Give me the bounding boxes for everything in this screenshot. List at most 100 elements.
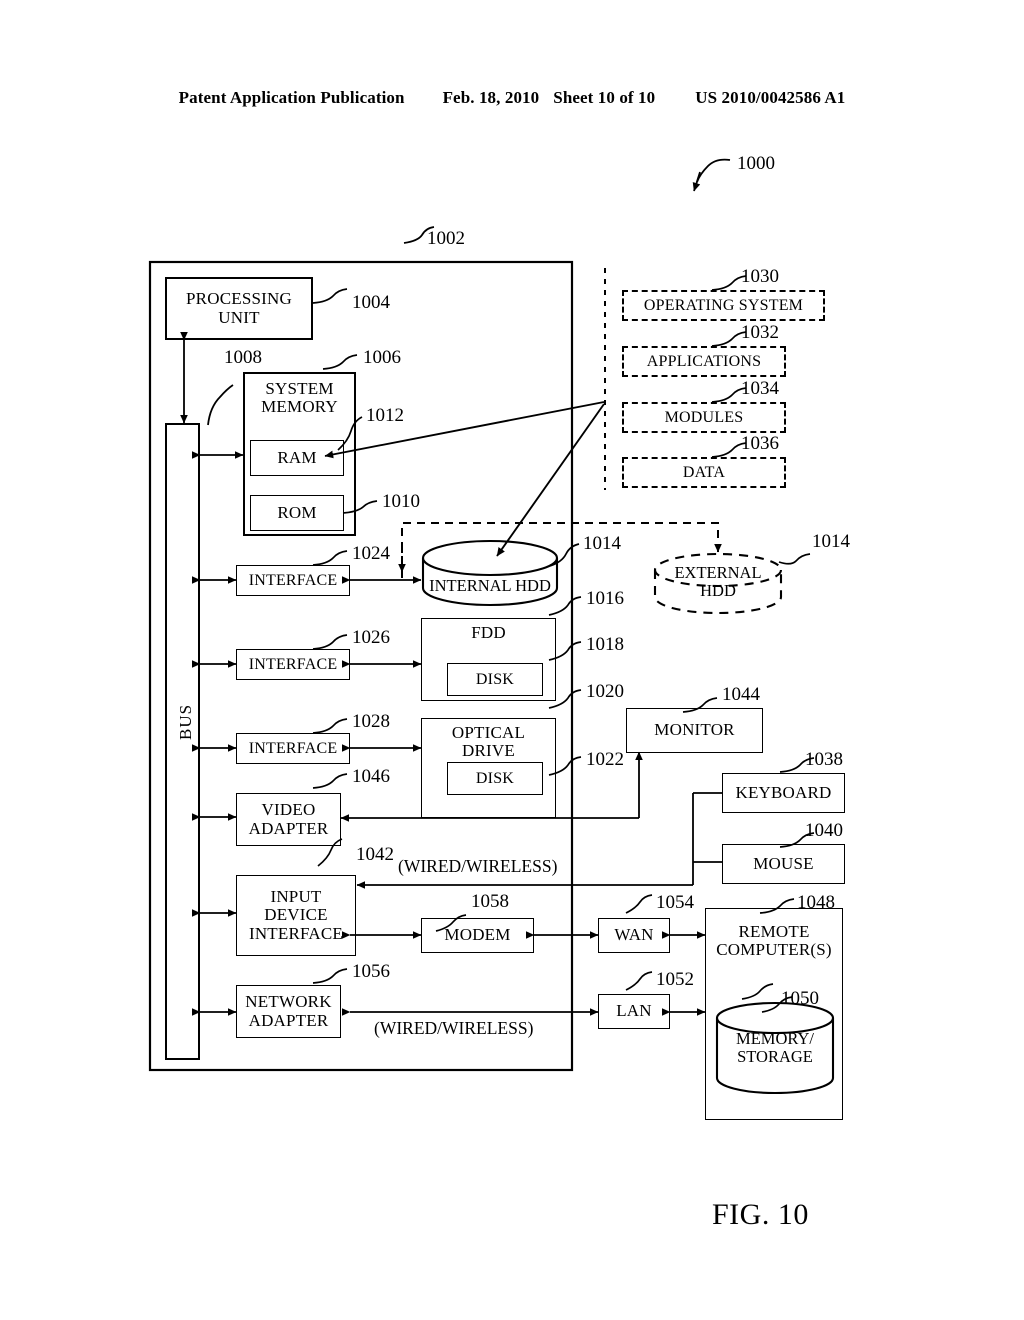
ref-1052: 1052 <box>656 969 694 990</box>
bus-label: BUS <box>176 703 195 740</box>
keyboard-label: KEYBOARD <box>735 782 832 802</box>
ref-1026: 1026 <box>352 627 390 648</box>
ref-1022: 1022 <box>586 749 624 770</box>
ref-1040: 1040 <box>805 820 843 841</box>
ref-1054: 1054 <box>656 892 694 913</box>
modules-box: MODULES <box>622 402 786 433</box>
interface-hdd-box: INTERFACE <box>236 565 350 596</box>
fdd-disk-label: DISK <box>475 670 515 688</box>
remote-computers-box: REMOTE COMPUTER(S) <box>705 908 843 1120</box>
network-adapter-line2: ADAPTER <box>248 1010 329 1030</box>
ref-1046: 1046 <box>352 766 390 787</box>
data-label: DATA <box>682 463 726 481</box>
input-device-interface-line2: DEVICE <box>264 905 328 925</box>
ref-1016: 1016 <box>586 588 624 609</box>
video-adapter-line1: VIDEO <box>261 800 316 820</box>
mouse-box: MOUSE <box>722 844 845 884</box>
header-publication: Patent Application Publication <box>178 88 405 107</box>
wan-label: WAN <box>614 925 654 945</box>
ref-1038: 1038 <box>805 749 843 770</box>
ref-1048: 1048 <box>797 892 835 913</box>
page-header: Patent Application Publication Feb. 18, 2… <box>0 88 1024 108</box>
interface-optical-label: INTERFACE <box>248 739 338 757</box>
ref-1000: 1000 <box>737 153 775 174</box>
operating-system-label: OPERATING SYSTEM <box>643 296 804 314</box>
header-sheet: Sheet 10 of 10 <box>553 88 656 107</box>
ref-1050: 1050 <box>781 988 819 1009</box>
system-memory-line2: MEMORY <box>261 397 338 417</box>
lan-label: LAN <box>616 1001 652 1021</box>
interface-fdd-box: INTERFACE <box>236 649 350 680</box>
network-adapter-line1: NETWORK <box>245 992 332 1012</box>
applications-box: APPLICATIONS <box>622 346 786 377</box>
optical-drive-line1: OPTICAL <box>451 723 526 742</box>
ref-1010: 1010 <box>382 491 420 512</box>
ref-1004: 1004 <box>352 292 390 313</box>
ref-1042: 1042 <box>356 844 394 865</box>
interface-optical-box: INTERFACE <box>236 733 350 764</box>
ref-1002: 1002 <box>427 228 465 249</box>
optical-disk-label: DISK <box>475 769 515 787</box>
external-hdd-line1: EXTERNAL <box>674 563 762 582</box>
interface-hdd-label: INTERFACE <box>248 571 338 589</box>
monitor-label: MONITOR <box>654 720 735 740</box>
rom-box: ROM <box>250 495 344 531</box>
video-adapter-line2: ADAPTER <box>248 818 329 838</box>
optical-drive-line2: DRIVE <box>462 741 515 761</box>
ref-1012: 1012 <box>366 405 404 426</box>
fdd-label: FDD <box>471 623 506 642</box>
ref-1058: 1058 <box>471 891 509 912</box>
operating-system-box: OPERATING SYSTEM <box>622 290 825 321</box>
external-hdd-label: EXTERNAL HDD <box>655 564 781 600</box>
wired-wireless-input-label: (WIRED/WIRELESS) <box>398 856 558 876</box>
remote-computers-line2: COMPUTER(S) <box>716 940 832 960</box>
remote-computers-line1: REMOTE <box>738 922 810 941</box>
ref-1014-external: 1014 <box>812 531 850 552</box>
ref-1056: 1056 <box>352 961 390 982</box>
video-adapter-box: VIDEO ADAPTER <box>236 793 341 846</box>
ref-1028: 1028 <box>352 711 390 732</box>
ref-1032: 1032 <box>741 322 779 343</box>
ref-1034: 1034 <box>741 378 779 399</box>
external-hdd-line2: HDD <box>700 580 736 600</box>
processing-unit-box: PROCESSING UNIT <box>165 277 313 340</box>
memory-storage-label: MEMORY/ STORAGE <box>717 1030 833 1066</box>
ref-1008: 1008 <box>224 347 262 368</box>
modem-box: MODEM <box>421 918 534 953</box>
ref-1018: 1018 <box>586 634 624 655</box>
figure-caption: FIG. 10 <box>712 1198 809 1231</box>
ref-1020: 1020 <box>586 681 624 702</box>
ram-label: RAM <box>277 447 317 467</box>
header-date: Feb. 18, 2010 <box>442 88 540 107</box>
wired-wireless-network-label: (WIRED/WIRELESS) <box>374 1018 534 1038</box>
input-device-interface-line3: INTERFACE <box>248 923 344 943</box>
ref-1044: 1044 <box>722 684 760 705</box>
memory-storage-line1: MEMORY/ <box>736 1029 814 1048</box>
ref-1036: 1036 <box>741 433 779 454</box>
fdd-disk-box: DISK <box>447 663 543 696</box>
processing-unit-line1: PROCESSING <box>186 289 292 309</box>
monitor-box: MONITOR <box>626 708 763 753</box>
modules-label: MODULES <box>664 408 744 426</box>
optical-disk-box: DISK <box>447 762 543 795</box>
wan-box: WAN <box>598 918 670 953</box>
interface-fdd-label: INTERFACE <box>248 655 338 673</box>
keyboard-box: KEYBOARD <box>722 773 845 813</box>
internal-hdd-label: INTERNAL HDD <box>429 576 551 595</box>
mouse-label: MOUSE <box>753 853 814 873</box>
modem-label: MODEM <box>444 925 511 945</box>
ref-1014-internal: 1014 <box>583 533 621 554</box>
system-memory-line1: SYSTEM <box>265 379 334 398</box>
bus <box>165 423 200 1060</box>
ref-1024: 1024 <box>352 543 390 564</box>
input-device-interface-line1: INPUT <box>270 886 322 906</box>
data-box: DATA <box>622 457 786 488</box>
patent-figure-page: Patent Application Publication Feb. 18, 2… <box>0 0 1024 1320</box>
processing-unit-line2: UNIT <box>218 307 260 327</box>
network-adapter-box: NETWORK ADAPTER <box>236 985 341 1038</box>
lan-box: LAN <box>598 994 670 1029</box>
ref-1030: 1030 <box>741 266 779 287</box>
header-patent-number: US 2010/0042586 A1 <box>695 88 846 107</box>
rom-label: ROM <box>277 502 317 522</box>
input-device-interface-box: INPUT DEVICE INTERFACE <box>236 875 356 956</box>
